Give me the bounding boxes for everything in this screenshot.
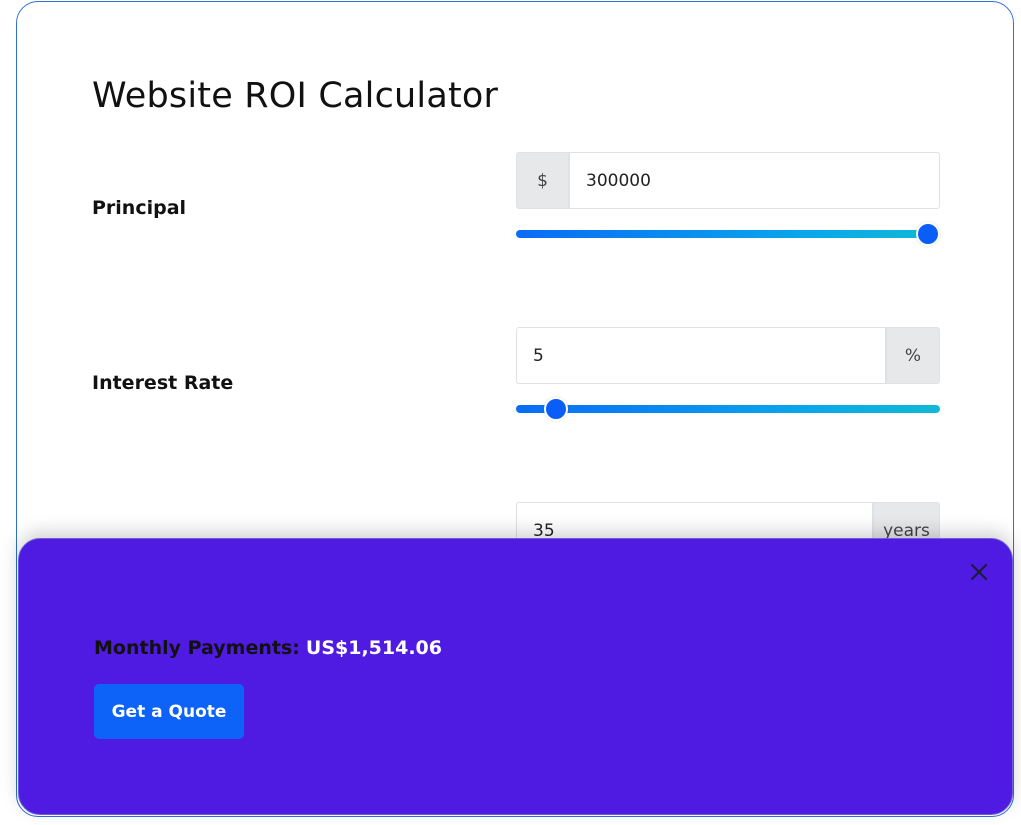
interest-rate-slider[interactable] — [516, 397, 940, 421]
close-icon — [970, 563, 988, 581]
monthly-payment-value: US$1,514.06 — [305, 637, 442, 659]
monthly-payment-label: Monthly Payments: — [94, 637, 300, 659]
principal-input[interactable] — [569, 152, 940, 209]
interest-rate-input-group: % — [516, 327, 940, 384]
close-button[interactable] — [967, 559, 991, 585]
result-panel: Monthly Payments: US$1,514.06 Get a Quot… — [18, 538, 1013, 815]
principal-input-group: $ — [516, 152, 940, 209]
currency-prefix: $ — [516, 152, 569, 209]
page-title: Website ROI Calculator — [92, 76, 499, 116]
monthly-payment-result: Monthly Payments: US$1,514.06 — [94, 637, 442, 659]
interest-rate-input[interactable] — [516, 327, 886, 384]
interest-rate-slider-thumb[interactable] — [544, 397, 568, 421]
interest-rate-label: Interest Rate — [92, 372, 234, 394]
get-quote-button[interactable]: Get a Quote — [94, 684, 244, 739]
principal-slider[interactable] — [516, 222, 940, 246]
principal-slider-thumb[interactable] — [916, 222, 940, 246]
percent-suffix: % — [886, 327, 940, 384]
principal-label: Principal — [92, 197, 187, 219]
